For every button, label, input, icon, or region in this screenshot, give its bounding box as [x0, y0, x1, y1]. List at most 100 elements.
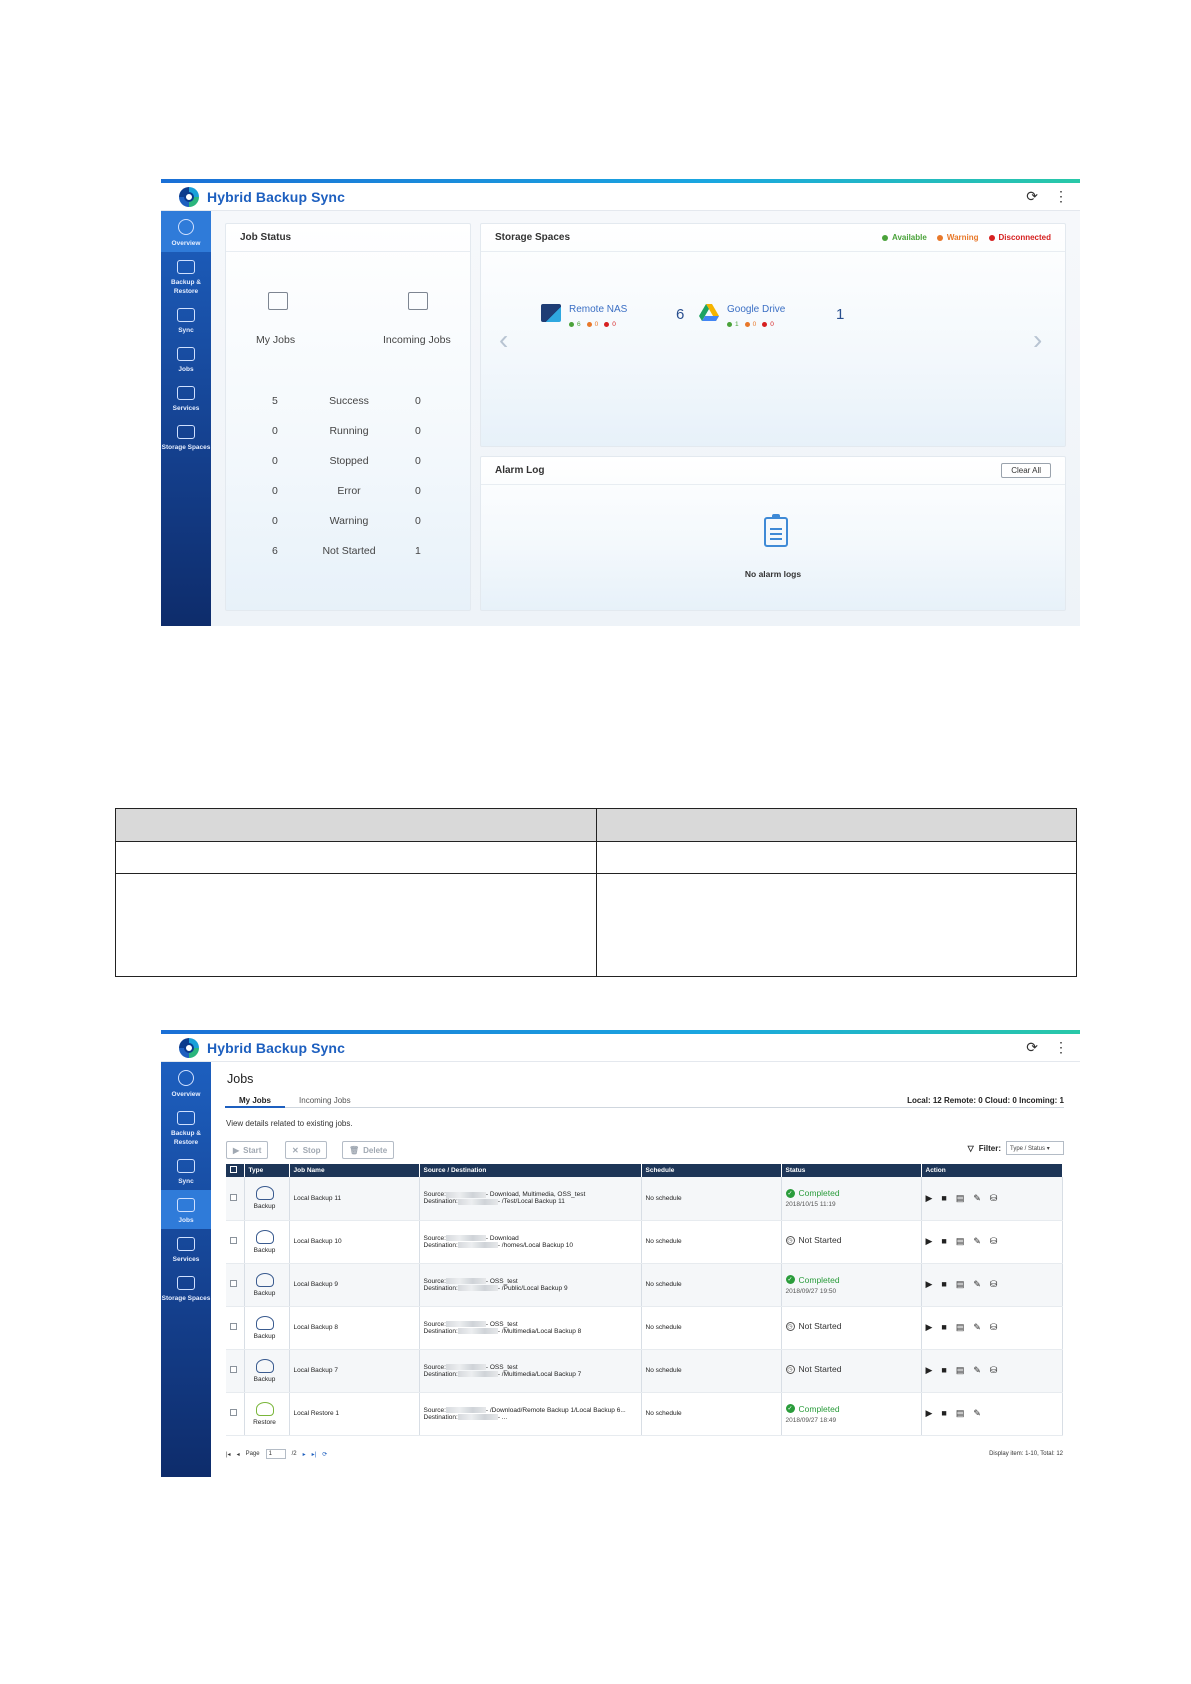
table-row[interactable]: Backup Local Backup 11 Source: - Download, …	[226, 1177, 1063, 1221]
storage-item-remote-nas[interactable]: Remote NAS 6 0 0	[541, 304, 627, 328]
refresh-icon[interactable]: ⟳	[322, 1451, 327, 1458]
row-checkbox[interactable]	[230, 1323, 237, 1330]
sidebar-item-overview[interactable]: Overview	[161, 1062, 211, 1103]
next-arrow-icon[interactable]: ›	[1033, 324, 1042, 356]
status-time: 2018/09/27 19:50	[785, 1287, 837, 1295]
column-header[interactable]: Schedule	[641, 1164, 782, 1177]
backup-icon	[255, 1229, 274, 1244]
job-name[interactable]: Local Restore 1	[289, 1392, 420, 1436]
sidebar-item-services[interactable]: Services	[161, 1229, 211, 1268]
job-name[interactable]: Local Backup 9	[289, 1263, 420, 1307]
play-icon[interactable]: ▶	[926, 1408, 933, 1419]
log-icon[interactable]: ▤	[956, 1322, 965, 1333]
table-row[interactable]: Backup Local Backup 10 Source: - Download De…	[226, 1220, 1063, 1264]
log-icon[interactable]: ▤	[956, 1408, 965, 1419]
row-checkbox[interactable]	[230, 1409, 237, 1416]
job-counts: Local: 12 Remote: 0 Cloud: 0 Incoming: 1	[907, 1096, 1064, 1105]
restore-icon	[255, 1401, 274, 1416]
edit-icon[interactable]: ✎	[973, 1408, 981, 1419]
stop-icon[interactable]: ■	[941, 1236, 946, 1247]
more-options-icon[interactable]: ⋮	[1054, 188, 1068, 205]
sidebar-item-storage-spaces[interactable]: Storage Spaces	[161, 1268, 211, 1307]
page-input[interactable]: 1	[265, 1449, 286, 1459]
edit-icon[interactable]: ✎	[973, 1236, 981, 1247]
sidebar-item-backup-restore[interactable]: Backup & Restore	[161, 252, 211, 300]
more-options-icon[interactable]: ⋮	[1054, 1039, 1068, 1056]
job-status: ✓ Completed 2018/09/27 18:49	[781, 1392, 922, 1436]
table-cell	[595, 873, 1077, 977]
row-checkbox[interactable]	[230, 1193, 237, 1201]
play-icon[interactable]: ▶	[926, 1236, 933, 1247]
next-page-icon[interactable]: ▸	[303, 1451, 306, 1458]
log-icon[interactable]: ▤	[956, 1279, 965, 1290]
table-row[interactable]: Restore Local Restore 1 Source: - /Download…	[226, 1392, 1063, 1436]
log-icon[interactable]: ▤	[956, 1365, 965, 1376]
edit-icon[interactable]: ✎	[973, 1193, 981, 1204]
tab-my-jobs[interactable]: My Jobs	[225, 1096, 286, 1108]
column-header[interactable]: Job Name	[289, 1164, 420, 1177]
stop-icon[interactable]: ■	[941, 1279, 946, 1290]
sidebar-item-overview[interactable]: Overview	[161, 211, 211, 252]
table-row[interactable]: Backup Local Backup 9 Source: - OSS_test Des…	[226, 1263, 1063, 1307]
clock-icon: ◷	[785, 1235, 795, 1245]
job-name[interactable]: Local Backup 10	[289, 1220, 420, 1264]
refresh-icon[interactable]: ⟳	[1026, 1039, 1038, 1056]
log-icon[interactable]: ▤	[956, 1193, 965, 1204]
stop-icon[interactable]: ■	[941, 1193, 946, 1204]
delete-button[interactable]: 🗑 Delete	[342, 1141, 395, 1159]
sidebar-item-storage-spaces[interactable]: Storage Spaces	[161, 417, 211, 456]
tab-incoming-jobs[interactable]: Incoming Jobs	[285, 1096, 365, 1108]
start-button[interactable]: ▶ Start	[226, 1141, 269, 1159]
first-page-icon[interactable]: |◂	[226, 1451, 231, 1458]
stop-icon[interactable]: ■	[941, 1322, 946, 1333]
storage-icon[interactable]: ⛁	[990, 1236, 998, 1247]
prev-page-icon[interactable]: ◂	[237, 1451, 240, 1458]
stop-icon[interactable]: ■	[941, 1365, 946, 1376]
storage-item-google-drive[interactable]: Google Drive 1 0 0	[699, 304, 785, 328]
stop-button[interactable]: ✕ Stop	[285, 1141, 328, 1159]
column-header[interactable]: Status	[781, 1164, 922, 1177]
status-row-not-started: 6 Not Started 1	[226, 545, 472, 561]
sidebar-item-sync[interactable]: Sync	[161, 1151, 211, 1190]
clear-all-button[interactable]: Clear All	[1001, 463, 1051, 478]
job-name[interactable]: Local Backup 8	[289, 1306, 420, 1350]
column-header[interactable]: Source / Destination	[419, 1164, 642, 1177]
sidebar-item-jobs[interactable]: Jobs	[161, 339, 211, 378]
google-drive-count: 1	[836, 306, 845, 323]
prev-arrow-icon[interactable]: ‹	[499, 324, 508, 356]
table-row[interactable]: Backup Local Backup 7 Source: - OSS_test Des…	[226, 1349, 1063, 1393]
storage-icon[interactable]: ⛁	[990, 1365, 998, 1376]
storage-icon[interactable]: ⛁	[990, 1193, 998, 1204]
row-checkbox[interactable]	[230, 1237, 237, 1244]
job-schedule: No schedule	[641, 1177, 782, 1221]
log-icon[interactable]: ▤	[956, 1236, 965, 1247]
row-checkbox[interactable]	[230, 1366, 237, 1373]
sidebar-item-sync[interactable]: Sync	[161, 300, 211, 339]
edit-icon[interactable]: ✎	[973, 1322, 981, 1333]
row-checkbox[interactable]	[230, 1280, 237, 1287]
last-page-icon[interactable]: ▸|	[312, 1451, 317, 1458]
sidebar-item-jobs[interactable]: Jobs	[161, 1190, 211, 1229]
alarm-log-panel: Alarm Log Clear All No alarm logs	[480, 456, 1066, 611]
storage-icon[interactable]: ⛁	[990, 1279, 998, 1290]
play-icon[interactable]: ▶	[926, 1365, 933, 1376]
app-title: Hybrid Backup Sync	[207, 188, 345, 205]
column-header[interactable]: Type	[244, 1164, 290, 1177]
edit-icon[interactable]: ✎	[973, 1279, 981, 1290]
table-row[interactable]: Backup Local Backup 8 Source: - OSS_test Des…	[226, 1306, 1063, 1350]
app-logo-icon	[179, 186, 199, 207]
job-name[interactable]: Local Backup 7	[289, 1349, 420, 1393]
job-name[interactable]: Local Backup 11	[289, 1177, 420, 1221]
check-icon: ✓	[785, 1404, 795, 1413]
play-icon[interactable]: ▶	[926, 1322, 933, 1333]
stop-icon[interactable]: ■	[941, 1408, 946, 1419]
play-icon[interactable]: ▶	[926, 1279, 933, 1290]
edit-icon[interactable]: ✎	[973, 1365, 981, 1376]
storage-icon[interactable]: ⛁	[990, 1322, 998, 1333]
play-icon[interactable]: ▶	[926, 1193, 933, 1204]
refresh-icon[interactable]: ⟳	[1026, 188, 1038, 205]
filter-select[interactable]: Type / Status ▾	[1006, 1141, 1064, 1155]
sidebar-item-services[interactable]: Services	[161, 378, 211, 417]
sidebar-item-backup-restore[interactable]: Backup & Restore	[161, 1103, 211, 1151]
select-all-checkbox[interactable]	[230, 1166, 237, 1173]
